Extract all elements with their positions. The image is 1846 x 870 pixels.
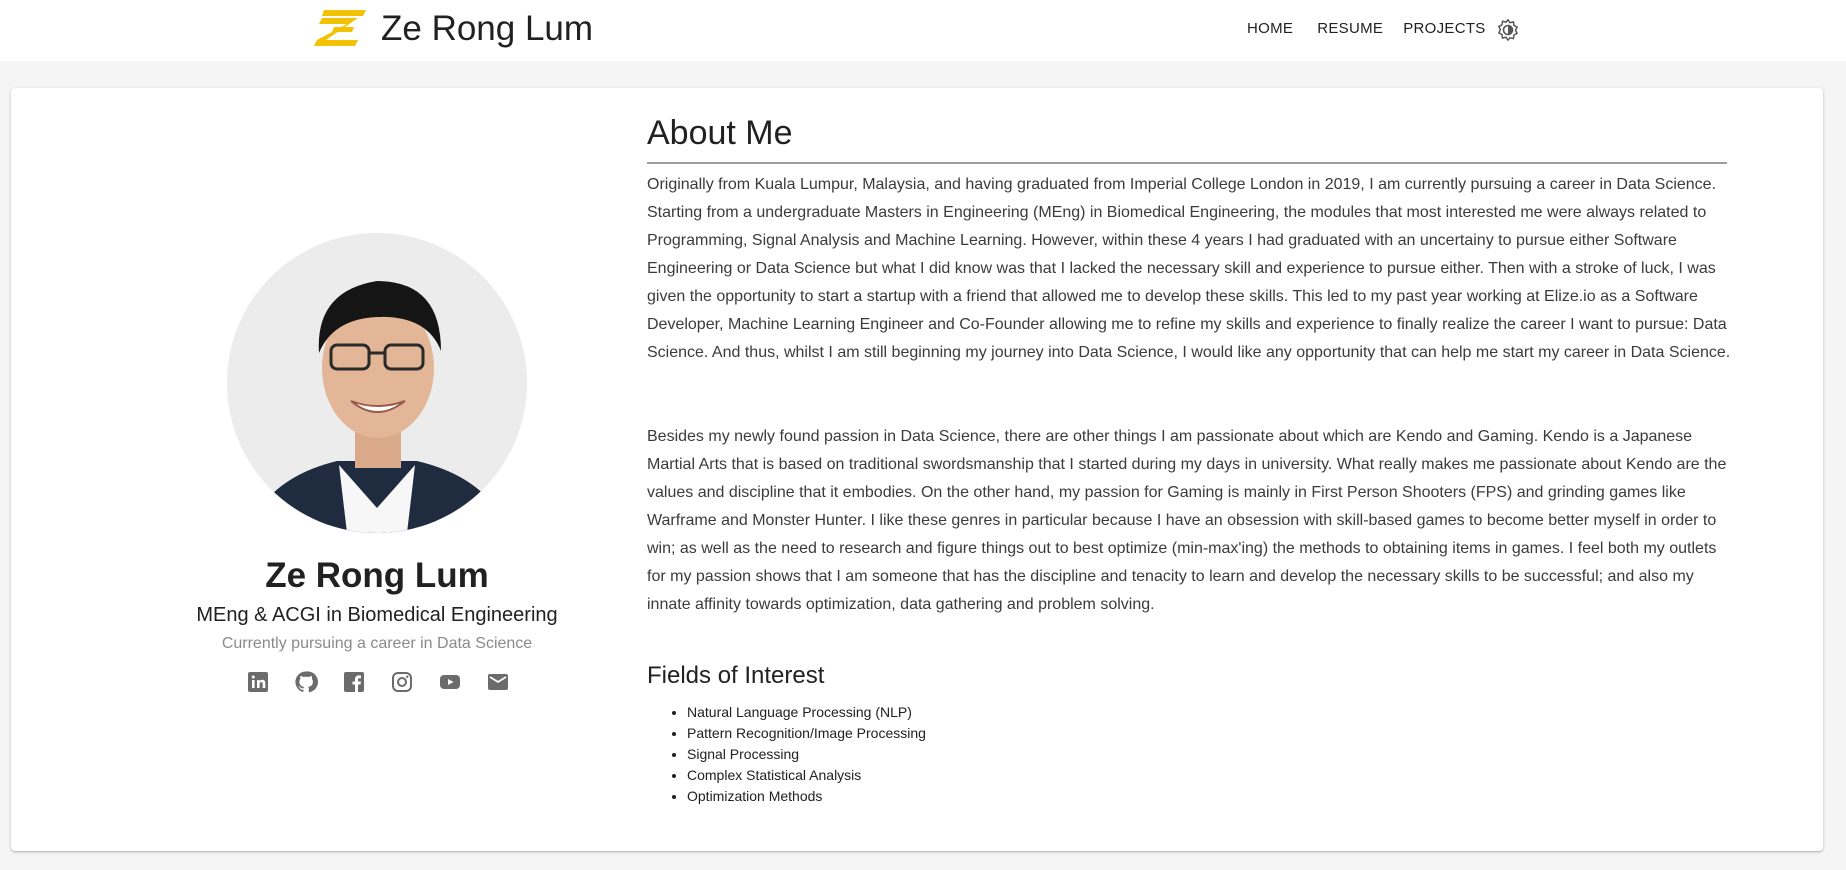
list-item: Natural Language Processing (NLP) (687, 702, 926, 723)
about-paragraph-2: Besides my newly found passion in Data S… (647, 428, 1727, 613)
fields-list: Natural Language Processing (NLP) Patter… (647, 702, 926, 807)
list-item: Complex Statistical Analysis (687, 765, 926, 786)
site-title[interactable]: Ze Rong Lum (381, 9, 593, 49)
profile-name: Ze Rong Lum (265, 556, 489, 595)
facebook-icon[interactable] (342, 670, 366, 694)
list-item: Optimization Methods (687, 786, 926, 807)
profile-photo (227, 233, 527, 533)
profile-tagline: Currently pursuing a career in Data Scie… (221, 635, 533, 652)
logo-icon[interactable] (314, 10, 366, 46)
fields-title: Fields of Interest (647, 662, 825, 689)
list-item: Signal Processing (687, 744, 926, 765)
nav-home[interactable]: HOME (1247, 20, 1293, 38)
content-card: Ze Rong Lum MEng & ACGI in Biomedical En… (11, 88, 1823, 851)
top-app-bar: Ze Rong Lum HOME RESUME PROJECTS (0, 0, 1846, 61)
youtube-icon[interactable] (438, 670, 462, 694)
nav-projects[interactable]: PROJECTS (1403, 20, 1485, 38)
about-title: About Me (647, 114, 793, 152)
nav-resume[interactable]: RESUME (1317, 20, 1383, 38)
main-nav: HOME RESUME PROJECTS (1247, 20, 1510, 38)
linkedin-icon[interactable] (246, 670, 270, 694)
github-icon[interactable] (294, 670, 318, 694)
section-divider (647, 162, 1727, 164)
list-item: Pattern Recognition/Image Processing (687, 723, 926, 744)
about-paragraph-1: Originally from Kuala Lumpur, Malaysia, … (647, 176, 1731, 361)
social-links (246, 670, 534, 694)
theme-toggle-icon[interactable] (1496, 18, 1520, 42)
instagram-icon[interactable] (390, 670, 414, 694)
profile-degree: MEng & ACGI in Biomedical Engineering (196, 604, 558, 626)
email-icon[interactable] (486, 670, 510, 694)
